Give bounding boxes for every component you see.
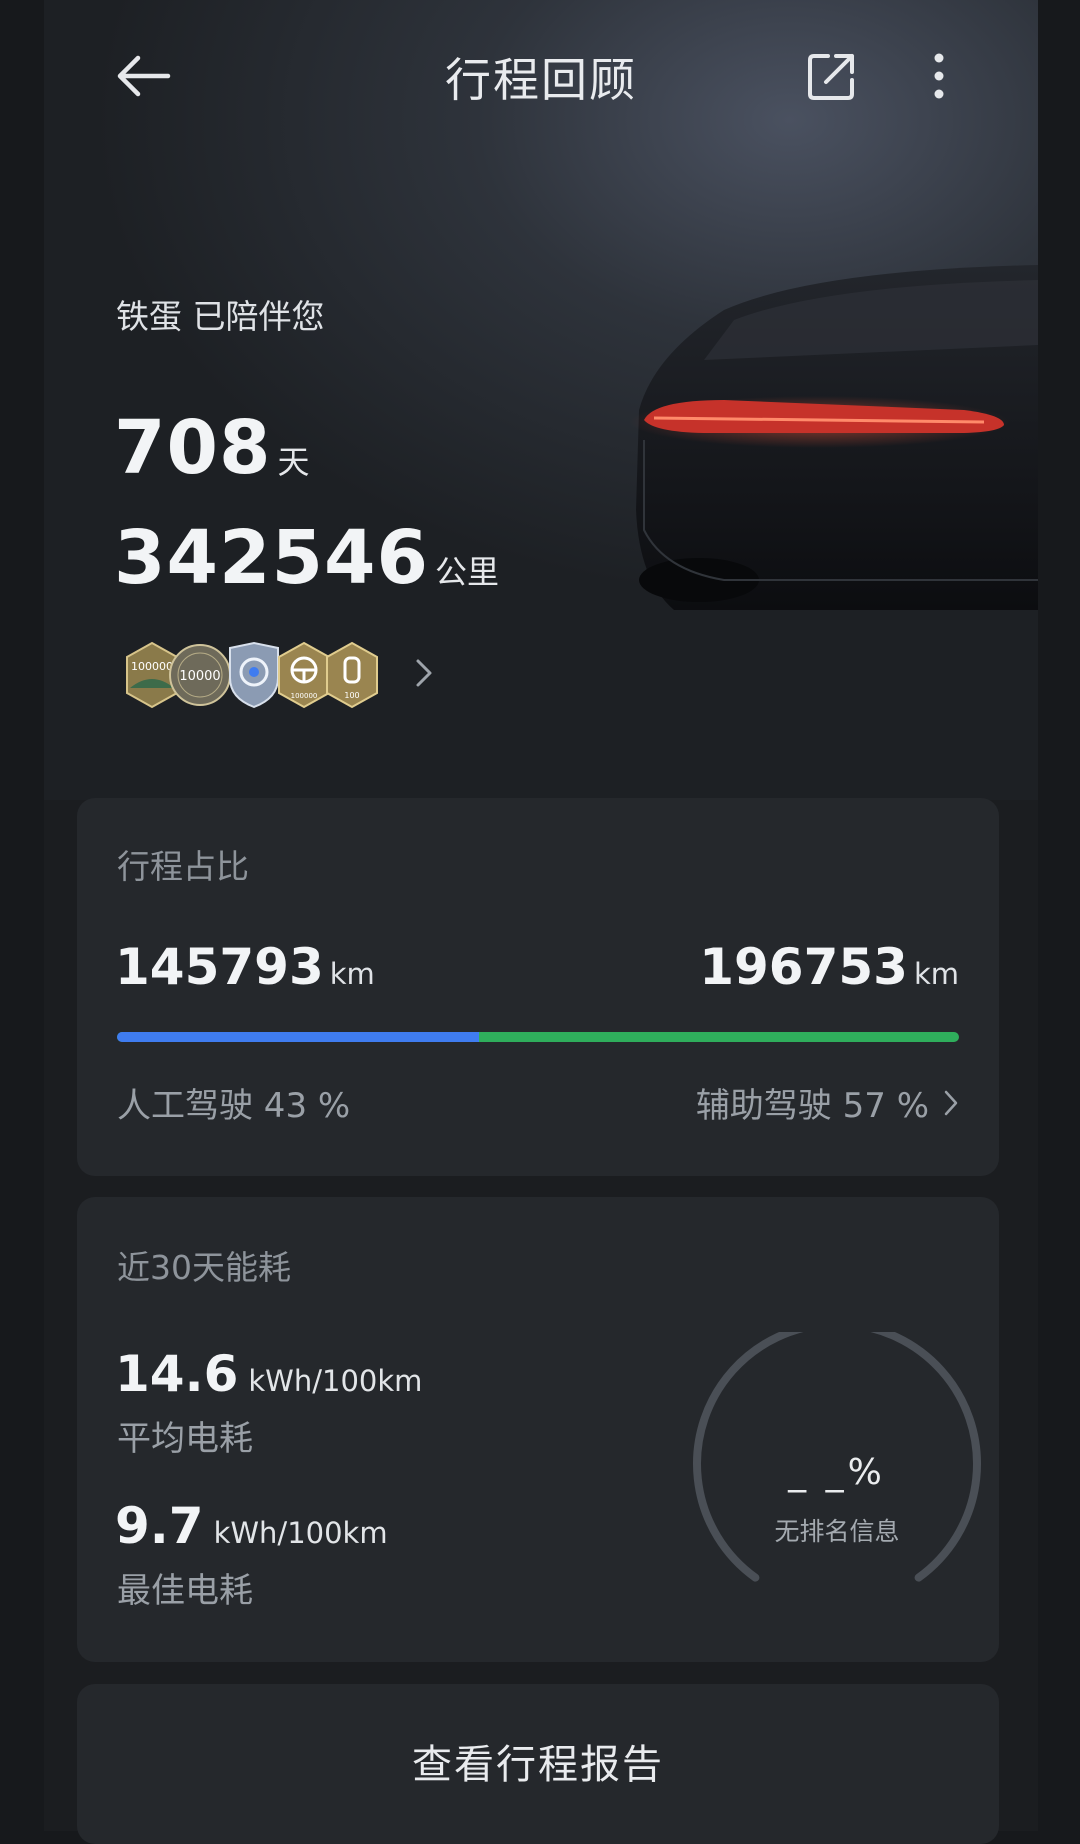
days-unit: 天 [277,443,310,481]
assist-driving-link[interactable]: 辅助驾驶 57 % [696,1078,959,1127]
more-options-button[interactable] [924,48,954,104]
assist-km-value: 196753 [699,938,908,996]
assist-km-unit: km [913,957,959,991]
best-consumption-label: 最佳电耗 [117,1571,253,1611]
days-stat: 708 天 [114,405,309,491]
manual-distance: 145793 km [115,938,375,996]
average-consumption: 14.6 kWh/100km [115,1345,422,1403]
svg-text:100000: 100000 [291,692,318,700]
svg-text:100: 100 [344,691,359,700]
more-vertical-icon [934,53,944,99]
car-rear-image [629,265,1038,610]
companion-text: 铁蛋 已陪伴您 [116,297,325,336]
trip-share-bar [117,1032,959,1042]
best-consumption: 9.7 kWh/100km [115,1497,388,1555]
assist-distance: 196753 km [699,938,959,996]
badge-shield-icon [229,641,279,709]
distance-value: 342546 [114,515,429,601]
badge-steering-icon: 100000 [278,641,330,709]
manual-driving-label: 人工驾驶 43 % [117,1086,351,1126]
hero-section: 行程回顾 铁蛋 已陪伴您 708 天 342546 公里 100000 1000… [44,0,1038,800]
top-bar: 行程回顾 [44,30,1038,120]
assist-driving-label: 辅助驾驶 57 % [695,1086,929,1126]
trip-share-card: 行程占比 145793 km 196753 km 人工驾驶 43 % 辅助驾驶 57… [77,798,999,1176]
distance-unit: 公里 [434,553,499,591]
manual-km-value: 145793 [115,938,324,996]
trip-share-bar-manual [117,1032,480,1042]
badge-10000-icon: 10000 [169,644,231,706]
chevron-right-icon[interactable] [412,655,436,691]
badges-row[interactable]: 100000 10000 100000 100 [122,640,382,710]
manual-km-unit: km [329,957,375,991]
share-external-icon [808,54,854,100]
share-button[interactable] [806,50,858,102]
best-consumption-value: 9.7 [115,1497,204,1555]
best-consumption-unit: kWh/100km [213,1516,388,1550]
trip-share-title: 行程占比 [117,847,249,886]
view-trip-report-button[interactable]: 查看行程报告 [77,1684,999,1844]
energy-title: 近30天能耗 [117,1248,291,1287]
days-value: 708 [114,405,272,491]
average-consumption-label: 平均电耗 [117,1419,253,1459]
average-consumption-unit: kWh/100km [248,1364,423,1398]
average-consumption-value: 14.6 [115,1345,239,1403]
badge-seat-icon: 100 [326,641,378,709]
view-trip-report-label: 查看行程报告 [412,1742,664,1788]
energy-card: 近30天能耗 14.6 kWh/100km 平均电耗 9.7 kWh/100km 最… [77,1197,999,1662]
ranking-label: 无排名信息 [774,1517,900,1546]
svg-text:10000: 10000 [179,669,220,684]
page-title: 行程回顾 [445,53,637,107]
ranking-value: _ _% [788,1452,886,1493]
chevron-right-icon [944,1090,958,1115]
distance-stat: 342546 公里 [114,515,499,601]
app-screen: 行程回顾 铁蛋 已陪伴您 708 天 342546 公里 100000 1000… [44,0,1038,1844]
svg-text:100000: 100000 [131,660,173,673]
